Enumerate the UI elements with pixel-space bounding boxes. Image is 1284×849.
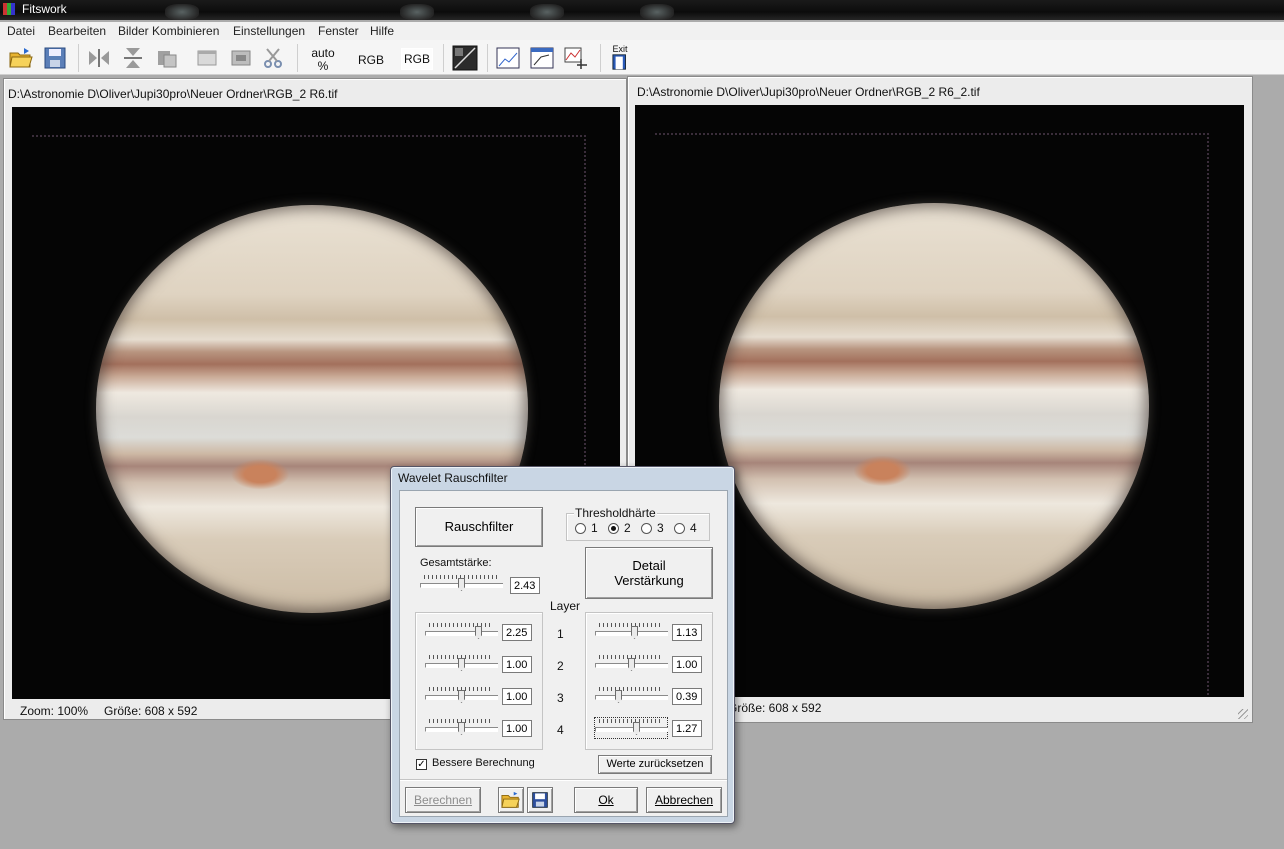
left-size-status: Größe: 608 x 592 [104, 704, 198, 718]
overall-strength-slider[interactable] [420, 574, 503, 594]
open-folder-icon [501, 791, 520, 808]
layer-label: Layer [550, 599, 581, 613]
wavelet-noise-dialog: Wavelet Rauschfilter Rauschfilter Thresh… [390, 466, 735, 824]
overall-strength-value[interactable]: 2.43 [510, 577, 540, 594]
cancel-button[interactable]: Abbrechen [646, 787, 722, 813]
threshold-radio-1[interactable] [575, 523, 586, 534]
save-settings-button[interactable] [527, 787, 553, 813]
overall-strength-label: Gesamtstärke: [420, 557, 492, 569]
layer-3-number: 3 [557, 691, 564, 705]
window-icon[interactable] [194, 45, 220, 71]
menu-fenster[interactable]: Fenster [318, 24, 359, 38]
menu-einstellungen[interactable]: Einstellungen [233, 24, 305, 38]
threshold-radio-group: 1 2 3 4 [575, 521, 705, 535]
detail-layer-1-value[interactable]: 1.13 [672, 624, 702, 641]
save-disk-icon[interactable] [42, 45, 68, 71]
taskbar-glow-icon [640, 4, 674, 20]
noise-layer-2-value[interactable]: 1.00 [502, 656, 532, 673]
histogram-icon[interactable] [495, 45, 521, 71]
detail-layer-1-slider[interactable] [595, 622, 668, 642]
window-title: Fitswork [22, 2, 67, 16]
threshold-option-1-label: 1 [591, 521, 598, 535]
threshold-option-3-label: 3 [657, 521, 664, 535]
noise-layer-2-slider[interactable] [425, 654, 498, 674]
rotate-icon[interactable] [154, 45, 180, 71]
layer-2-number: 2 [557, 659, 564, 673]
better-calc-checkbox[interactable]: ✓ [416, 759, 427, 770]
compute-button-label: Berechnen [413, 793, 473, 807]
left-image-path: D:\Astronomie D\Oliver\Jupi30pro\Neuer O… [8, 87, 338, 101]
rgb-button[interactable]: RGB [356, 53, 386, 67]
menu-hilfe[interactable]: Hilfe [370, 24, 394, 38]
detail-layer-2-value[interactable]: 1.00 [672, 656, 702, 673]
noise-layer-4-value[interactable]: 1.00 [502, 720, 532, 737]
scissors-icon[interactable] [260, 45, 286, 71]
taskbar-glow-icon [400, 4, 434, 20]
rgb-toggle-button[interactable]: RGB [401, 48, 433, 70]
right-image-path: D:\Astronomie D\Oliver\Jupi30pro\Neuer O… [637, 85, 980, 99]
flip-horizontal-icon[interactable] [86, 45, 112, 71]
auto-button-label[interactable]: auto [310, 46, 336, 60]
load-settings-button[interactable] [498, 787, 524, 813]
open-folder-icon[interactable] [8, 45, 34, 71]
jupiter-planet [719, 203, 1149, 609]
app-icon [3, 3, 15, 15]
menu-datei[interactable]: Datei [7, 24, 35, 38]
layer-1-number: 1 [557, 627, 564, 641]
curves-window-icon[interactable] [529, 45, 555, 71]
detail-layer-2-slider[interactable] [595, 654, 668, 674]
cancel-button-label: Abbrechen [654, 793, 714, 807]
dialog-title: Wavelet Rauschfilter [398, 471, 508, 485]
threshold-radio-3[interactable] [641, 523, 652, 534]
detail-layer-4-value[interactable]: 1.27 [672, 720, 702, 737]
title-bar: Fitswork [0, 0, 1284, 20]
menu-bar: Datei Bearbeiten Bilder Kombinieren Eins… [0, 22, 1284, 40]
toolbar: auto % RGB RGB Exit [0, 40, 1284, 75]
threshold-label: Thresholdhärte [574, 506, 657, 520]
exit-door-icon[interactable] [608, 53, 634, 71]
resize-grip[interactable] [1238, 709, 1248, 719]
threshold-option-4-label: 4 [690, 521, 697, 535]
reset-values-button[interactable]: Werte zurücksetzen [598, 755, 712, 774]
dialog-client-area: Rauschfilter Thresholdhärte 1 2 3 4 Gesa… [399, 490, 728, 817]
gradient-curve-icon[interactable] [452, 45, 478, 71]
noise-layer-4-slider[interactable] [425, 718, 498, 738]
threshold-option-2-label: 2 [624, 521, 631, 535]
taskbar-glow-icon [530, 4, 564, 20]
threshold-radio-4[interactable] [674, 523, 685, 534]
noise-layer-1-slider[interactable] [425, 622, 498, 642]
layer-4-number: 4 [557, 723, 564, 737]
right-size-status: Größe: 608 x 592 [728, 701, 822, 715]
detail-button-line2: Verstärkung [614, 573, 684, 588]
compute-button[interactable]: Berechnen [405, 787, 481, 813]
detail-layer-3-slider[interactable] [595, 686, 668, 706]
ok-button[interactable]: Ok [574, 787, 638, 813]
noise-layer-1-value[interactable]: 2.25 [502, 624, 532, 641]
flip-vertical-icon[interactable] [120, 45, 146, 71]
detail-verstaerkung-button[interactable]: Detail Verstärkung [585, 547, 713, 599]
ok-button-label: Ok [598, 793, 614, 807]
rauschfilter-button[interactable]: Rauschfilter [415, 507, 543, 547]
noise-layer-3-value[interactable]: 1.00 [502, 688, 532, 705]
auto-percent-label[interactable]: % [310, 59, 336, 73]
detail-layer-3-value[interactable]: 0.39 [672, 688, 702, 705]
graph-tool-icon[interactable] [563, 45, 589, 71]
better-calc-label: Bessere Berechnung [432, 757, 535, 769]
threshold-radio-2[interactable] [608, 523, 619, 534]
window-dark-icon[interactable] [228, 45, 254, 71]
menu-bilder-kombinieren[interactable]: Bilder Kombinieren [118, 24, 219, 38]
detail-button-line1: Detail [632, 558, 666, 573]
taskbar-glow-icon [165, 4, 199, 20]
menu-bearbeiten[interactable]: Bearbeiten [48, 24, 106, 38]
detail-layer-4-slider[interactable] [594, 717, 668, 739]
save-disk-icon [532, 792, 548, 808]
noise-layer-3-slider[interactable] [425, 686, 498, 706]
left-zoom-status: Zoom: 100% [20, 704, 89, 718]
